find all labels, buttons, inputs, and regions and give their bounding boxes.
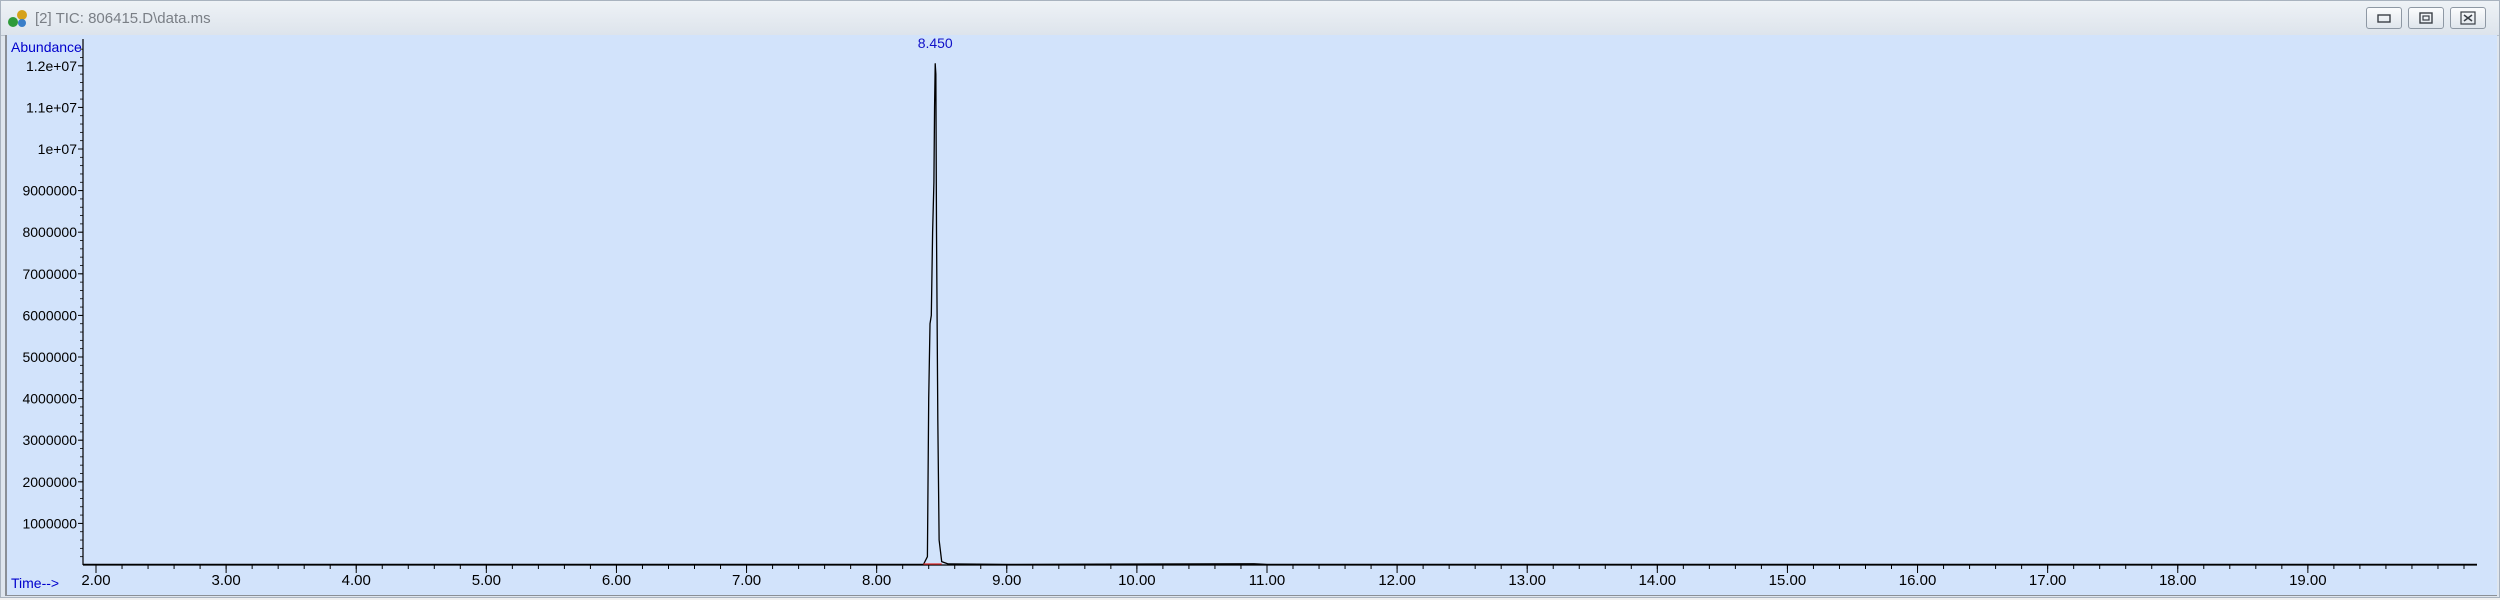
y-tick-label: 2000000 bbox=[22, 474, 77, 490]
x-tick-label: 13.00 bbox=[1508, 572, 1546, 589]
title-bar[interactable]: [2] TIC: 806415.D\data.ms bbox=[1, 1, 2499, 36]
x-tick-label: 9.00 bbox=[992, 572, 1021, 589]
plot-area[interactable]: Abundance Time--> 2.00 3.00 4.00 5.00 6.00 7.… bbox=[5, 35, 2497, 596]
close-icon bbox=[2460, 11, 2476, 25]
x-tick-label: 7.00 bbox=[732, 572, 761, 589]
x-tick-label: 8.00 bbox=[862, 572, 891, 589]
y-tick-label: 6000000 bbox=[22, 307, 77, 323]
close-button[interactable] bbox=[2450, 7, 2486, 29]
x-tick-label: 5.00 bbox=[472, 572, 501, 589]
x-tick-label: 2.00 bbox=[81, 572, 110, 589]
x-tick-label: 19.00 bbox=[2289, 572, 2327, 589]
x-tick-label: 11.00 bbox=[1249, 572, 1285, 589]
restore-icon bbox=[2419, 12, 2433, 24]
restore-button[interactable] bbox=[2408, 7, 2444, 29]
tic-trace-line bbox=[83, 63, 2477, 566]
y-tick-label: 1e+07 bbox=[38, 141, 78, 157]
chromatogram-window: [2] TIC: 806415.D\data.ms Abundance Time… bbox=[0, 0, 2500, 598]
x-tick-label: 15.00 bbox=[1769, 572, 1807, 589]
x-axis-label: Time--> bbox=[11, 575, 59, 591]
window-title: [2] TIC: 806415.D\data.ms bbox=[35, 10, 211, 27]
x-tick-label: 14.00 bbox=[1639, 572, 1677, 589]
peak-label: 8.450 bbox=[918, 35, 953, 51]
y-tick-label: 7000000 bbox=[22, 266, 77, 282]
y-tick-label: 8000000 bbox=[22, 224, 77, 240]
x-tick-label: 6.00 bbox=[602, 572, 631, 589]
y-axis-label: Abundance bbox=[11, 39, 82, 55]
y-tick-label: 3000000 bbox=[22, 432, 77, 448]
minimize-icon bbox=[2377, 14, 2391, 23]
x-tick-label: 3.00 bbox=[212, 572, 241, 589]
x-tick-label: 12.00 bbox=[1378, 572, 1416, 589]
x-tick-label: 18.00 bbox=[2159, 572, 2197, 589]
x-tick-label: 10.00 bbox=[1118, 572, 1156, 589]
y-tick-label: 9000000 bbox=[22, 183, 77, 199]
y-tick-label: 1.1e+07 bbox=[26, 99, 77, 115]
x-tick-label: 16.00 bbox=[1899, 572, 1937, 589]
x-tick-label: 4.00 bbox=[342, 572, 371, 589]
y-tick-label: 1.2e+07 bbox=[26, 58, 77, 74]
app-icon bbox=[8, 10, 27, 27]
minimize-button[interactable] bbox=[2366, 7, 2402, 29]
x-tick-label: 17.00 bbox=[2029, 572, 2067, 589]
chromatogram-chart: Abundance Time--> 2.00 3.00 4.00 5.00 6.00 7.… bbox=[11, 35, 2477, 591]
y-tick-label: 4000000 bbox=[22, 391, 77, 407]
y-tick-label: 5000000 bbox=[22, 349, 77, 365]
y-tick-label: 1000000 bbox=[22, 515, 77, 531]
